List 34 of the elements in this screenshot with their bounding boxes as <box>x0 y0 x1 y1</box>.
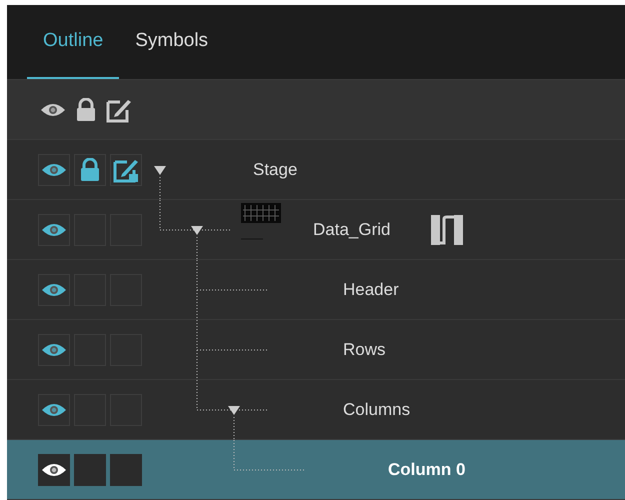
eye-icon <box>41 222 67 238</box>
tab[interactable]: Symbols <box>119 5 224 79</box>
outline-row[interactable]: Header <box>7 260 625 320</box>
eye-icon <box>41 402 67 418</box>
visibility-toggle[interactable] <box>38 394 70 426</box>
visibility-toggle[interactable] <box>38 454 70 486</box>
outline-row[interactable]: Column 0 <box>7 440 625 500</box>
eye-icon <box>41 342 67 358</box>
lock-icon <box>80 158 100 182</box>
layer-label: Columns <box>343 400 410 420</box>
layer-label: Rows <box>343 340 386 360</box>
symbol-icon <box>431 214 463 244</box>
visibility-toggle[interactable] <box>38 334 70 366</box>
layer-label: Data_Grid <box>313 220 390 240</box>
visibility-toggle[interactable] <box>38 214 70 246</box>
outline-row[interactable]: Rows <box>7 320 625 380</box>
eye-icon <box>40 102 66 118</box>
lock-icon <box>76 98 96 122</box>
visibility-toggle[interactable] <box>38 274 70 306</box>
edit-toggle[interactable] <box>110 454 142 486</box>
eye-icon <box>41 462 67 478</box>
eye-icon <box>41 282 67 298</box>
lock-toggle[interactable] <box>74 154 106 186</box>
visibility-toggle[interactable] <box>38 154 70 186</box>
layer-label: Header <box>343 280 399 300</box>
outline-row[interactable]: Stage <box>7 140 625 200</box>
edit-toggle[interactable] <box>110 154 142 186</box>
layer-label: Column 0 <box>388 460 466 480</box>
eye-icon <box>41 162 67 178</box>
layer-label: Stage <box>253 160 298 180</box>
outline-row[interactable]: Data_Grid <box>7 200 625 260</box>
outline-row[interactable]: Columns <box>7 380 625 440</box>
grid-thumbnail-icon <box>241 203 283 240</box>
lock-toggle[interactable] <box>74 454 106 486</box>
